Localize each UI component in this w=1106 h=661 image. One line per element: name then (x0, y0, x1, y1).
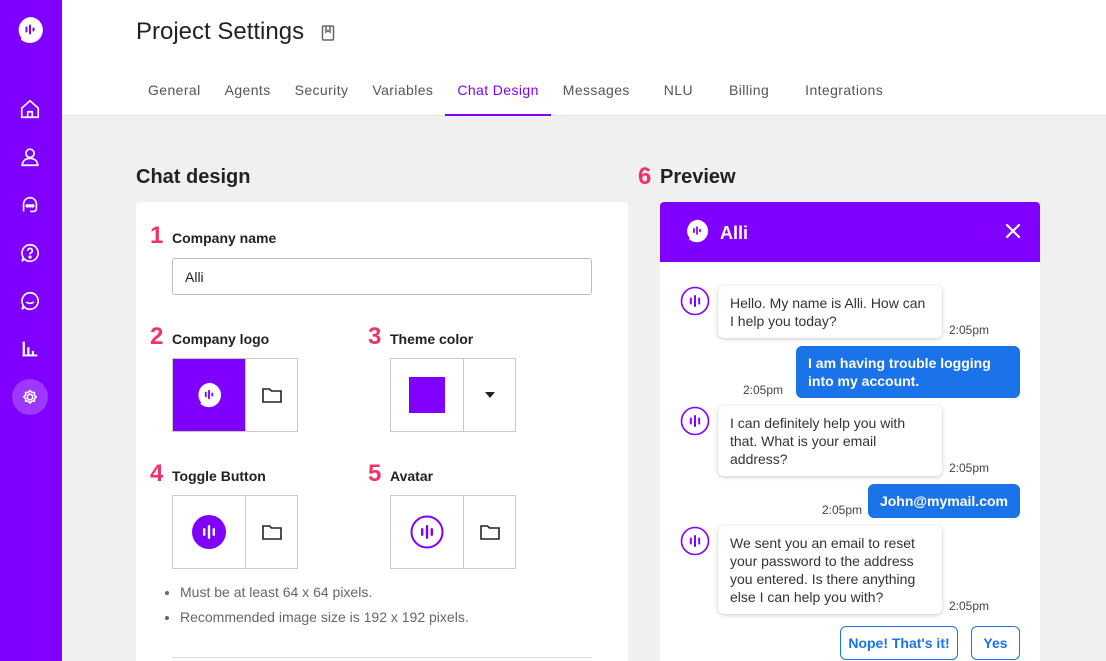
chat-logo-icon (687, 219, 709, 244)
company-logo-picker (172, 358, 298, 432)
theme-color-swatch (409, 377, 445, 413)
message-timestamp: 2:05pm (949, 323, 990, 337)
user-message-bubble: John@mymail.com (867, 484, 1020, 518)
quick-reply-yes-button[interactable]: Yes (971, 626, 1020, 660)
hint-item: Recommended image size is 192 x 192 pixe… (180, 609, 469, 625)
tab-agents[interactable]: Agents (213, 76, 283, 116)
page-title: Project Settings (136, 18, 305, 45)
toggle-button-picker (172, 495, 298, 569)
folder-icon (261, 388, 282, 403)
chat-agents-icon[interactable] (12, 187, 48, 223)
toggle-button-icon (192, 515, 226, 549)
help-icon[interactable] (12, 235, 48, 271)
company-logo-preview[interactable] (173, 359, 246, 431)
step-number-5: 5 (368, 460, 382, 487)
tab-security[interactable]: Security (283, 76, 361, 116)
step-number-3: 3 (368, 323, 382, 350)
tab-billing[interactable]: Billing (715, 76, 781, 116)
avatar-folder-button[interactable] (464, 496, 515, 568)
image-requirements-list: Must be at least 64 x 64 pixels. Recomme… (180, 584, 469, 634)
user-message-bubble: I am having trouble logging into my acco… (796, 346, 1020, 398)
bookmark-icon[interactable] (321, 25, 335, 41)
hint-item: Must be at least 64 x 64 pixels. (180, 584, 469, 600)
message-timestamp: 2:05pm (949, 599, 990, 613)
sidebar (0, 0, 62, 661)
close-icon[interactable] (1004, 222, 1022, 240)
step-number-2: 2 (150, 323, 164, 350)
company-logo-folder-button[interactable] (246, 359, 297, 431)
folder-icon (261, 525, 282, 540)
company-name-label: Company name (172, 230, 277, 246)
theme-color-label: Theme color (390, 331, 474, 347)
company-logo-label: Company logo (172, 331, 270, 347)
home-icon[interactable] (12, 91, 48, 127)
toggle-button-preview[interactable] (173, 496, 246, 568)
quick-reply-nope-button[interactable]: Nope! That's it! (840, 626, 958, 660)
bot-message-bubble: We sent you an email to reset your passw… (718, 526, 942, 614)
message-timestamp: 2:05pm (743, 383, 784, 397)
chat-design-card: 1 Company name 2 Company logo 3 Theme co… (136, 202, 628, 661)
tab-messages[interactable]: Messages (551, 76, 642, 116)
company-logo-icon (198, 382, 222, 409)
avatar-preview[interactable] (391, 496, 464, 568)
step-number-4: 4 (150, 460, 164, 487)
step-number-1: 1 (150, 222, 164, 249)
divider (172, 657, 592, 658)
theme-color-swatch-box[interactable] (391, 359, 464, 431)
theme-color-picker (390, 358, 516, 432)
message-timestamp: 2:05pm (949, 461, 990, 475)
bot-avatar-icon (680, 526, 710, 556)
toggle-button-folder-button[interactable] (246, 496, 297, 568)
chat-preview-window: Alli Hello. My name is Alli. How can I h… (660, 202, 1040, 661)
avatar-icon (410, 515, 444, 549)
tab-nlu[interactable]: NLU (642, 76, 715, 116)
preview-heading: Preview (660, 166, 736, 188)
tab-integrations[interactable]: Integrations (781, 76, 895, 116)
chat-design-heading: Chat design (136, 166, 251, 188)
chat-preview-title: Alli (720, 223, 749, 243)
bot-avatar-icon (680, 406, 710, 436)
bot-message-bubble: I can definitely help you with that. Wha… (718, 406, 942, 476)
settings-tabs: General Agents Security Variables Chat D… (136, 76, 895, 116)
avatar-picker (390, 495, 516, 569)
bot-avatar-icon (680, 286, 710, 316)
theme-color-dropdown-button[interactable] (464, 359, 515, 431)
analytics-icon[interactable] (12, 331, 48, 367)
app-logo-icon[interactable] (12, 12, 48, 48)
tab-general[interactable]: General (136, 76, 213, 116)
tab-chat-design[interactable]: Chat Design (445, 76, 552, 116)
header: Project Settings General Agents Security… (62, 0, 1106, 116)
caret-down-icon (484, 392, 495, 398)
chat-preview-header: Alli (660, 202, 1040, 262)
user-icon[interactable] (12, 139, 48, 175)
toggle-button-label: Toggle Button (172, 468, 266, 484)
avatar-label: Avatar (390, 468, 434, 484)
folder-icon (479, 525, 500, 540)
bot-message-bubble: Hello. My name is Alli. How can I help y… (718, 286, 942, 338)
settings-icon[interactable] (12, 379, 48, 415)
message-timestamp: 2:05pm (822, 503, 863, 517)
tab-variables[interactable]: Variables (360, 76, 445, 116)
company-name-input[interactable] (172, 258, 592, 295)
conversation-icon[interactable] (12, 283, 48, 319)
step-number-6: 6 (638, 163, 652, 190)
